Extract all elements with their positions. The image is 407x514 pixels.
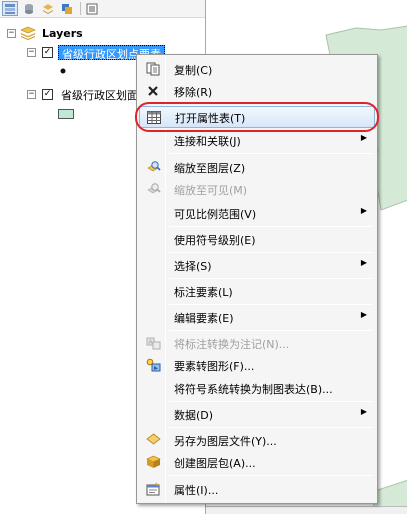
menu-item-selection[interactable]: 选择(S) ▶ xyxy=(139,254,375,276)
menu-item-label-features[interactable]: 标注要素(L) xyxy=(139,280,375,302)
toc-toolbar xyxy=(0,0,205,18)
menu-separator xyxy=(169,304,373,305)
menu-separator xyxy=(169,153,373,154)
submenu-arrow-icon: ▶ xyxy=(360,206,367,215)
zoom-visible-icon xyxy=(145,181,161,197)
menu-item-convert-symbology-to-representation[interactable]: 将符号系统转换为制图表达(B)... xyxy=(139,377,375,399)
database-icon xyxy=(25,3,33,14)
convert-labels-icon: A xyxy=(145,335,161,351)
toolbar-separator xyxy=(80,2,81,15)
list-by-drawing-order-button[interactable] xyxy=(2,1,18,16)
highlight-annotation-outline xyxy=(135,102,379,132)
point-layer-visibility-checkbox[interactable]: ✓ xyxy=(42,47,53,58)
list-by-visibility-button[interactable] xyxy=(40,1,56,16)
polygon-layer-label[interactable]: 省级行政区划面 xyxy=(61,87,138,103)
submenu-arrow-icon: ▶ xyxy=(360,258,367,267)
menu-separator xyxy=(169,475,373,476)
menu-separator xyxy=(169,427,373,428)
menu-item-copy[interactable]: 复制(C) xyxy=(139,58,375,80)
list-by-selection-button[interactable] xyxy=(59,1,75,16)
menu-item-data[interactable]: 数据(D) ▶ xyxy=(139,403,375,425)
point-symbol-icon xyxy=(60,68,66,74)
zoom-to-layer-icon xyxy=(145,159,161,175)
submenu-arrow-icon: ▶ xyxy=(360,407,367,416)
menu-separator xyxy=(169,226,373,227)
menu-separator xyxy=(169,278,373,279)
menu-item-zoom-to-visible[interactable]: 缩放至可见(M) xyxy=(139,178,375,200)
submenu-arrow-icon: ▶ xyxy=(360,133,367,142)
copy-icon xyxy=(145,61,161,77)
layers-root-label[interactable]: Layers xyxy=(42,27,83,40)
polygon-layer-visibility-checkbox[interactable]: ✓ xyxy=(42,89,53,100)
menu-separator xyxy=(169,330,373,331)
list-by-source-button[interactable] xyxy=(21,1,37,16)
list-drawing-order-icon xyxy=(5,3,15,14)
features-to-graphics-icon xyxy=(145,357,161,373)
menu-item-edit-features[interactable]: 编辑要素(E) ▶ xyxy=(139,306,375,328)
menu-separator xyxy=(169,252,373,253)
polygon-symbol-swatch xyxy=(58,109,74,119)
menu-item-save-as-layer-file[interactable]: 另存为图层文件(Y)... xyxy=(139,429,375,451)
menu-item-convert-labels-to-annotation[interactable]: A 将标注转换为注记(N)... xyxy=(139,332,375,354)
options-list-icon xyxy=(86,3,98,14)
layers-group-icon xyxy=(21,26,36,40)
menu-item-create-layer-package[interactable]: 创建图层包(A)... xyxy=(139,451,375,473)
properties-icon xyxy=(145,481,161,497)
remove-icon xyxy=(145,83,161,99)
menu-item-properties[interactable]: 属性(I)... xyxy=(139,478,375,500)
menu-item-remove[interactable]: 移除(R) xyxy=(139,80,375,102)
layer-file-icon xyxy=(145,432,161,448)
layer-package-icon xyxy=(145,454,161,470)
layers-icon xyxy=(43,3,53,14)
map-bottom-bar xyxy=(206,506,407,514)
layers-collapse-toggle[interactable]: − xyxy=(7,29,16,38)
menu-separator xyxy=(169,401,373,402)
options-button[interactable] xyxy=(84,1,100,16)
menu-item-features-to-graphics[interactable]: 要素转图形(F)... xyxy=(139,354,375,376)
point-layer-collapse-toggle[interactable]: − xyxy=(27,48,36,57)
selection-icon xyxy=(62,3,72,14)
menu-item-visible-scale-range[interactable]: 可见比例范围(V) ▶ xyxy=(139,202,375,224)
submenu-arrow-icon: ▶ xyxy=(360,310,367,319)
menu-item-use-symbol-levels[interactable]: 使用符号级别(E) xyxy=(139,228,375,250)
menu-item-zoom-to-layer[interactable]: 缩放至图层(Z) xyxy=(139,156,375,178)
polygon-layer-collapse-toggle[interactable]: − xyxy=(27,90,36,99)
menu-item-joins-relates[interactable]: 连接和关联(J) ▶ xyxy=(139,129,375,151)
